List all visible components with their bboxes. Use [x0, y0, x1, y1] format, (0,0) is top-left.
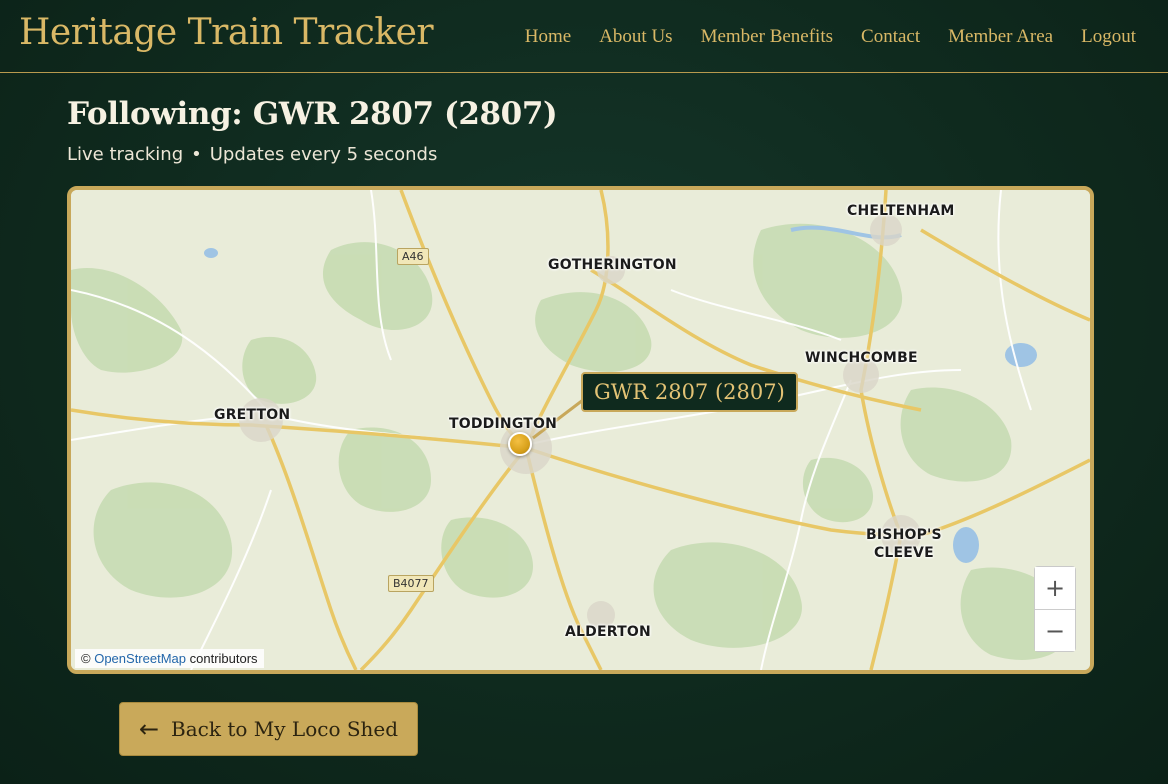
back-button-label: Back to My Loco Shed: [171, 717, 399, 741]
nav-member-area[interactable]: Member Area: [948, 26, 1053, 48]
zoom-out-button[interactable]: −: [1035, 609, 1075, 651]
map-attribution: © OpenStreetMap contributors: [75, 649, 264, 668]
nav-member-benefits[interactable]: Member Benefits: [701, 26, 833, 48]
map-label-gretton: GRETTON: [214, 407, 291, 423]
locomotive-label[interactable]: GWR 2807 (2807): [581, 372, 798, 412]
map-label-cheltenham: CHELTENHAM: [847, 203, 955, 219]
nav-logout[interactable]: Logout: [1081, 26, 1136, 48]
nav-home[interactable]: Home: [525, 26, 571, 48]
site-brand[interactable]: Heritage Train Tracker: [19, 12, 434, 53]
zoom-in-button[interactable]: +: [1035, 567, 1075, 609]
site-header: Heritage Train Tracker Home About Us Mem…: [0, 0, 1168, 73]
attribution-suffix: contributors: [189, 651, 258, 666]
road-shield-a46: A46: [397, 248, 429, 265]
tracking-map[interactable]: CHELTENHAM GOTHERINGTON WINCHCOMBE GRETT…: [67, 186, 1094, 674]
zoom-control: + −: [1034, 566, 1076, 652]
separator-dot: •: [191, 144, 202, 165]
locomotive-marker[interactable]: [508, 432, 532, 456]
update-interval-label: Updates every 5 seconds: [209, 144, 438, 165]
page-title: Following: GWR 2807 (2807): [67, 96, 558, 132]
tracking-status: Live tracking • Updates every 5 seconds: [67, 144, 437, 165]
arrow-left-icon: ←: [138, 715, 160, 743]
back-to-loco-shed-button[interactable]: ← Back to My Loco Shed: [119, 702, 418, 756]
live-tracking-label: Live tracking: [67, 144, 184, 165]
map-label-winchcombe: WINCHCOMBE: [805, 350, 918, 366]
map-label-bishops-cleeve: BISHOP'S CLEEVE: [866, 527, 942, 561]
nav-contact[interactable]: Contact: [861, 26, 920, 48]
copyright-symbol: ©: [81, 651, 91, 666]
map-label-gotherington: GOTHERINGTON: [548, 257, 677, 273]
nav-about-us[interactable]: About Us: [599, 26, 672, 48]
main-nav: Home About Us Member Benefits Contact Me…: [525, 26, 1136, 48]
map-label-alderton: ALDERTON: [565, 624, 651, 640]
openstreetmap-link[interactable]: OpenStreetMap: [94, 651, 186, 666]
map-label-toddington: TODDINGTON: [449, 416, 558, 432]
road-shield-b4077: B4077: [388, 575, 434, 592]
